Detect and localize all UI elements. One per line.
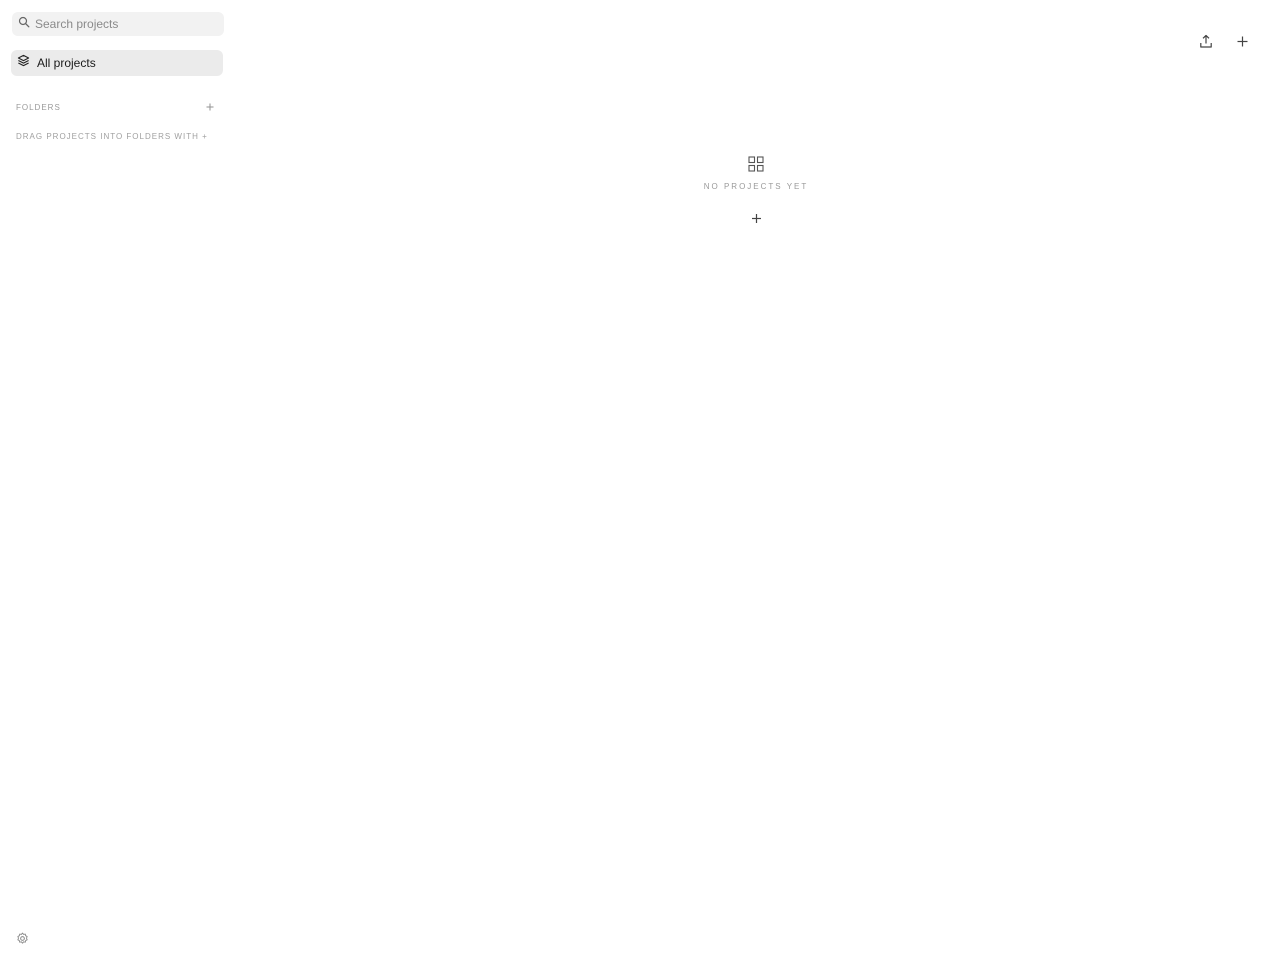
- search-input[interactable]: [35, 17, 205, 31]
- empty-state-message: NO PROJECTS YET: [703, 182, 809, 191]
- new-project-button[interactable]: [1234, 32, 1250, 50]
- search-box[interactable]: [12, 12, 224, 36]
- folders-hint: DRAG PROJECTS INTO FOLDERS WITH +: [16, 132, 208, 141]
- folders-section-header: FOLDERS: [16, 100, 216, 114]
- layers-icon: [17, 54, 30, 72]
- add-folder-button[interactable]: [204, 101, 216, 113]
- plus-icon: [751, 213, 761, 223]
- create-project-button[interactable]: [749, 211, 763, 225]
- toolbar: [1198, 32, 1250, 50]
- plus-icon: [206, 103, 214, 111]
- upload-icon: [1200, 34, 1212, 48]
- search-icon: [18, 15, 30, 33]
- grid-icon: [746, 154, 766, 174]
- settings-button[interactable]: [14, 930, 30, 946]
- sidebar-item-all-projects[interactable]: All projects: [11, 50, 223, 76]
- empty-state: NO PROJECTS YET: [656, 154, 856, 225]
- sidebar: All projects FOLDERS DRAG PROJECTS INTO …: [0, 0, 232, 960]
- folders-title: FOLDERS: [16, 102, 61, 112]
- plus-icon: [1237, 36, 1247, 46]
- gear-icon: [16, 932, 28, 944]
- export-button[interactable]: [1198, 32, 1214, 50]
- sidebar-item-label: All projects: [37, 56, 96, 70]
- app-window: All projects FOLDERS DRAG PROJECTS INTO …: [0, 0, 1280, 960]
